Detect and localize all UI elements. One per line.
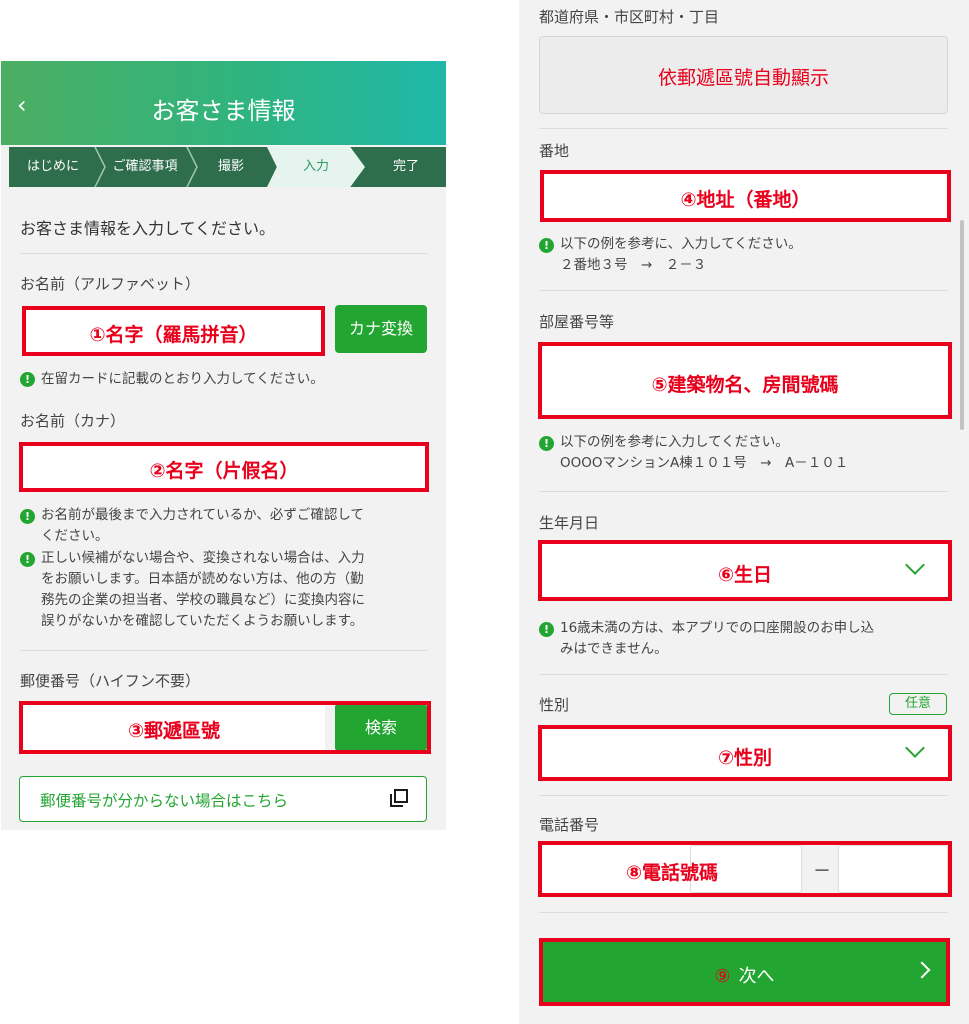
- banchi-label: 番地: [539, 142, 570, 160]
- divider: [539, 912, 948, 913]
- phone-input-3[interactable]: [838, 845, 948, 893]
- divider: [539, 795, 948, 796]
- prefecture-annotation: 依郵遞區號自動顯示: [657, 67, 829, 89]
- scrollbar[interactable]: [960, 220, 964, 430]
- phone-annotation: ⑧電話號碼: [625, 862, 719, 884]
- name-kana-input[interactable]: ②名字（片假名）: [19, 442, 429, 492]
- banchi-annotation: ④地址（番地）: [680, 189, 811, 211]
- banchi-note: 以下の例を参考に、入力してください。 ２番地３号 → ２－３: [560, 236, 802, 273]
- banchi-input[interactable]: ④地址（番地）: [540, 170, 951, 222]
- left-screen: ‹ お客さま情報 はじめに ご確認事項 撮影 入力 完了 お客さま情報を入力して…: [1, 61, 446, 830]
- exclamation-circle-icon: !: [20, 372, 35, 387]
- next-button[interactable]: ⑨ 次へ: [539, 938, 950, 1006]
- next-button-label: ⑨ 次へ: [714, 966, 775, 987]
- name-kana-annotation: ②名字（片假名）: [149, 460, 299, 482]
- step-divider-icon: [186, 147, 198, 187]
- step-photo: 撮影: [217, 159, 244, 174]
- gender-label: 性別: [539, 696, 570, 714]
- optional-badge: 任意: [889, 693, 947, 715]
- divider: [20, 253, 427, 254]
- phone-label: 電話番号: [539, 816, 600, 834]
- intro-text: お客さま情報を入力してください。: [20, 219, 276, 238]
- name-alpha-label: お名前（アルファベット）: [20, 275, 200, 293]
- divider: [539, 290, 948, 291]
- room-label: 部屋番号等: [539, 313, 615, 331]
- room-note: 以下の例を参考に入力してください。 OOOOマンションA棟１０１号 → A－１０…: [560, 434, 849, 471]
- name-alpha-annotation: ①名字（羅馬拼音）: [89, 324, 258, 346]
- app-header: ‹ お客さま情報: [1, 61, 446, 145]
- exclamation-circle-icon: !: [539, 238, 554, 253]
- name-kana-label: お名前（カナ）: [20, 412, 126, 430]
- exclamation-circle-icon: !: [20, 552, 35, 567]
- kana-convert-button[interactable]: カナ変換: [335, 305, 427, 353]
- postal-unknown-link[interactable]: 郵便番号が分からない場合はこちら: [19, 776, 427, 822]
- progress-steps: はじめに ご確認事項 撮影 入力 完了: [9, 147, 446, 187]
- postal-label: 郵便番号（ハイフン不要）: [20, 672, 201, 690]
- prefecture-input: 依郵遞區號自動顯示: [539, 36, 948, 114]
- birth-label: 生年月日: [539, 514, 600, 532]
- birth-annotation: ⑥生日: [717, 564, 773, 586]
- exclamation-circle-icon: !: [20, 509, 35, 524]
- gender-annotation: ⑦性別: [717, 747, 773, 769]
- exclamation-circle-icon: !: [539, 622, 554, 637]
- external-window-icon: [390, 789, 408, 807]
- room-input[interactable]: ⑤建築物名、房間號碼: [538, 342, 952, 419]
- postal-unknown-link-label: 郵便番号が分からない場合はこちら: [40, 792, 289, 810]
- name-alpha-note: 在留カードに記載のとおり入力してください。: [41, 371, 324, 387]
- divider: [539, 491, 948, 492]
- phone-annotation-box: ⑧電話號碼 －: [538, 841, 952, 897]
- phone-dash: －: [813, 861, 831, 882]
- room-annotation: ⑤建築物名、房間號碼: [651, 374, 839, 396]
- name-alpha-input[interactable]: ①名字（羅馬拼音）: [22, 306, 325, 356]
- right-screen: 都道府県・市区町村・丁目 依郵遞區號自動顯示 番地 ④地址（番地） ! 以下の例…: [519, 0, 969, 1024]
- step-start: はじめに: [26, 159, 79, 174]
- birth-select[interactable]: ⑥生日: [538, 540, 952, 601]
- gender-select[interactable]: ⑦性別: [538, 725, 952, 781]
- prefecture-label: 都道府県・市区町村・丁目: [539, 8, 720, 26]
- postal-annotation-box: ③郵遞區號 検索: [19, 701, 431, 754]
- step-confirm: ご確認事項: [112, 159, 178, 174]
- exclamation-circle-icon: !: [539, 436, 554, 451]
- divider: [539, 674, 948, 675]
- step-input-active: 入力: [267, 147, 365, 187]
- postal-search-button[interactable]: 検索: [335, 705, 427, 750]
- step-complete: 完了: [392, 159, 419, 174]
- postal-annotation: ③郵遞區號: [127, 720, 221, 742]
- name-kana-note-2: 正しい候補がない場合や、変換されない場合は、入力 をお願いします。日本語が読めな…: [41, 550, 365, 629]
- page-title: お客さま情報: [151, 97, 296, 125]
- birth-note: 16歳未満の方は、本アプリでの口座開設のお申し込 みはできません。: [560, 620, 875, 657]
- divider: [20, 650, 427, 651]
- divider: [539, 128, 948, 129]
- name-kana-note-1: お名前が最後まで入力されているか、必ずご確認して ください。: [41, 507, 364, 544]
